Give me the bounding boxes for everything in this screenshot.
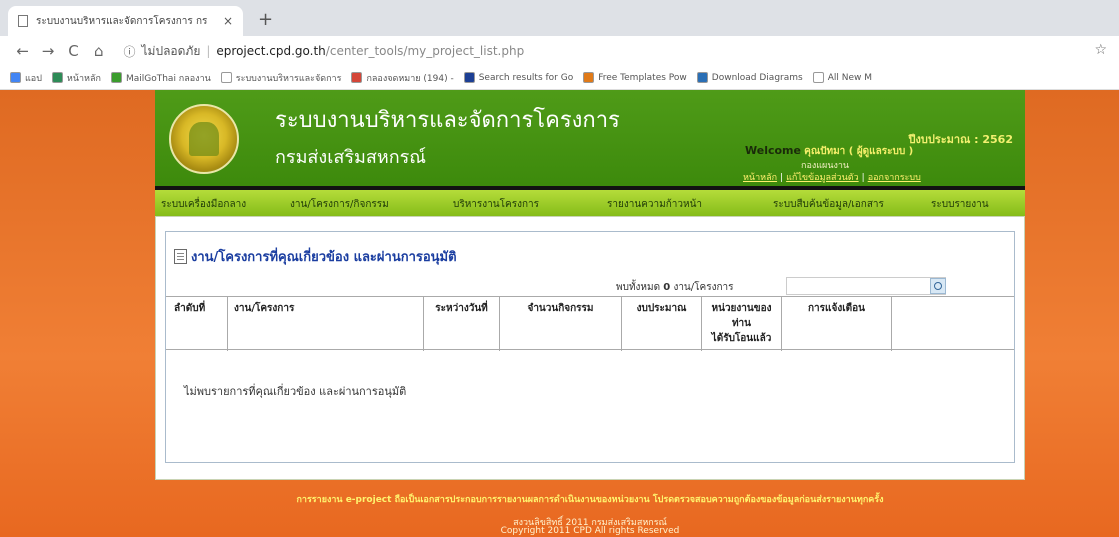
bookmark-label: หน้าหลัก (66, 73, 101, 84)
copyright-en: Copyright 2011 CPD All rights Reserved (500, 526, 680, 536)
table-header: ลำดับที่ งาน/โครงการ ระหว่างวันที่ จำนวน… (166, 296, 1014, 351)
logout-link[interactable]: ออกจากระบบ (868, 173, 921, 183)
menu-progress-report[interactable]: รายงานความก้าวหน้า (607, 197, 702, 212)
result-count-number: 0 (663, 282, 671, 293)
bookmark-star-icon[interactable]: ☆ (1094, 42, 1107, 58)
close-tab-icon[interactable]: × (223, 14, 233, 28)
bookmark-item[interactable]: กลองจดหมาย (194) - (351, 71, 454, 85)
bookmark-icon (583, 72, 595, 83)
col-date-range: ระหว่างวันที่ (424, 297, 500, 351)
page-background: ระบบงานบริหารและจัดการโครงการ กรมส่งเสริ… (0, 90, 1119, 537)
bookmark-label: กลองจดหมาย (194) - (366, 73, 454, 84)
main-menu: ระบบเครื่องมือกลาง งาน/โครงการ/กิจกรรม บ… (155, 190, 1025, 216)
bookmark-icon (351, 72, 363, 83)
page-wrapper: ระบบงานบริหารและจัดการโครงการ กรมส่งเสริ… (155, 90, 1025, 537)
address-host: eproject.cpd.go.th (216, 44, 326, 58)
bookmarks-bar: แอป หน้าหลัก MailGoThai กลองาน ระบบงานบริหา… (0, 66, 1119, 90)
col-project: งาน/โครงการ (228, 297, 424, 351)
bookmark-icon (10, 72, 21, 83)
menu-projects[interactable]: งาน/โครงการ/กิจกรรม (290, 197, 389, 212)
bookmark-label: Free Templates Pow (598, 72, 687, 83)
content-area: งาน/โครงการที่คุณเกี่ยวข้อง และผ่านการอน… (155, 216, 1025, 480)
menu-central-tools[interactable]: ระบบเครื่องมือกลาง (161, 197, 246, 212)
bookmark-item[interactable]: หน้าหลัก (51, 71, 101, 85)
result-count: พบทั้งหมด 0 งาน/โครงการ (616, 282, 734, 293)
document-icon (174, 249, 187, 264)
search-input[interactable] (786, 277, 946, 295)
address-separator: | (206, 44, 211, 58)
bookmark-item[interactable]: ระบบงานบริหารและจัดการ (220, 71, 342, 85)
address-path: /center_tools/my_project_list.php (325, 44, 525, 58)
search-icon[interactable] (930, 278, 946, 294)
address-bar[interactable]: ⓘ ไม่ปลอดภัย | eproject.cpd.go.th /cente… (124, 39, 1119, 63)
bookmark-item[interactable]: All New M (812, 72, 872, 83)
col-budget: งบประมาณ (622, 297, 702, 351)
panel-title: งาน/โครงการที่คุณเกี่ยวข้อง และผ่านการอน… (174, 246, 457, 267)
welcome-label: Welcome (745, 144, 801, 157)
bookmark-label: Search results for Go (478, 72, 574, 83)
bookmark-item[interactable]: MailGoThai กลองาน (110, 71, 211, 85)
bookmark-label: MailGoThai กลองาน (125, 73, 211, 84)
home-link[interactable]: หน้าหลัก (743, 173, 777, 183)
edit-profile-link[interactable]: แก้ไขข้อมูลส่วนตัว (786, 173, 859, 183)
bookmark-icon (696, 72, 708, 83)
site-subtitle: กรมส่งเสริมสหกรณ์ (275, 147, 426, 168)
bookmark-icon (110, 72, 122, 83)
page-icon (18, 15, 28, 27)
projects-panel: งาน/โครงการที่คุณเกี่ยวข้อง และผ่านการอน… (165, 231, 1015, 463)
col-notification: การแจ้งเตือน (782, 297, 892, 351)
menu-document-search[interactable]: ระบบสืบค้นข้อมูล/เอกสาร (773, 197, 884, 212)
bookmark-icon (220, 72, 232, 83)
panel-title-text: งาน/โครงการที่คุณเกี่ยวข้อง และผ่านการอน… (191, 250, 457, 265)
menu-project-management[interactable]: บริหารงานโครงการ (453, 197, 539, 212)
home-icon[interactable]: ⌂ (86, 42, 111, 60)
bookmark-label: ระบบงานบริหารและจัดการ (235, 73, 342, 84)
user-name: คุณปัทมา ( ผู้ดูแลระบบ ) (804, 146, 914, 157)
bookmark-item[interactable]: แอป (10, 71, 42, 85)
bookmark-label: Download Diagrams (711, 72, 803, 83)
fiscal-year: ปีงบประมาณ : 2562 (908, 133, 1013, 146)
reload-icon[interactable]: C (61, 42, 86, 60)
new-tab-button[interactable]: + (258, 9, 273, 30)
browser-tab[interactable]: ระบบงานบริหารและจัดการโครงการ กร × (8, 6, 243, 36)
site-banner: ระบบงานบริหารและจัดการโครงการ กรมส่งเสริ… (155, 90, 1025, 186)
browser-toolbar: ← → C ⌂ ⓘ ไม่ปลอดภัย | eproject.cpd.go.t… (0, 36, 1119, 66)
forward-arrow-icon[interactable]: → (35, 42, 60, 60)
browser-tab-bar: ระบบงานบริหารและจัดการโครงการ กร × + (0, 0, 1119, 36)
user-links: หน้าหลัก | แก้ไขข้อมูลส่วนตัว | ออกจากระบบ (743, 173, 921, 183)
tab-title: ระบบงานบริหารและจัดการโครงการ กร (36, 15, 208, 27)
welcome-text: Welcome คุณปัทมา ( ผู้ดูแลระบบ ) (745, 144, 913, 159)
bookmark-label: แอป (25, 73, 42, 84)
col-activity-count: จำนวนกิจกรรม (500, 297, 622, 351)
back-arrow-icon[interactable]: ← (10, 42, 35, 60)
bookmark-item[interactable]: Download Diagrams (696, 72, 803, 83)
department-seal-logo (169, 104, 239, 174)
bookmark-icon (812, 72, 824, 83)
security-label: ไม่ปลอดภัย (141, 43, 201, 58)
bookmark-label: All New M (827, 72, 872, 83)
menu-reports[interactable]: ระบบรายงาน (931, 197, 989, 212)
col-order: ลำดับที่ (166, 297, 228, 351)
bookmark-icon (463, 72, 475, 83)
bookmark-item[interactable]: Free Templates Pow (583, 72, 687, 83)
empty-message: ไม่พบรายการที่คุณเกี่ยวข้อง และผ่านการอน… (184, 385, 407, 398)
info-icon[interactable]: ⓘ (124, 43, 136, 60)
col-transferred: หน่วยงานของ ท่าน ได้รับโอนแล้ว (702, 297, 782, 351)
bookmark-item[interactable]: Search results for Go (463, 72, 574, 83)
footer-note: การรายงาน e-project ถือเป็นเอกสารประกอบก… (296, 495, 884, 505)
bookmark-icon (51, 72, 63, 83)
site-title: ระบบงานบริหารและจัดการโครงการ (275, 108, 620, 133)
